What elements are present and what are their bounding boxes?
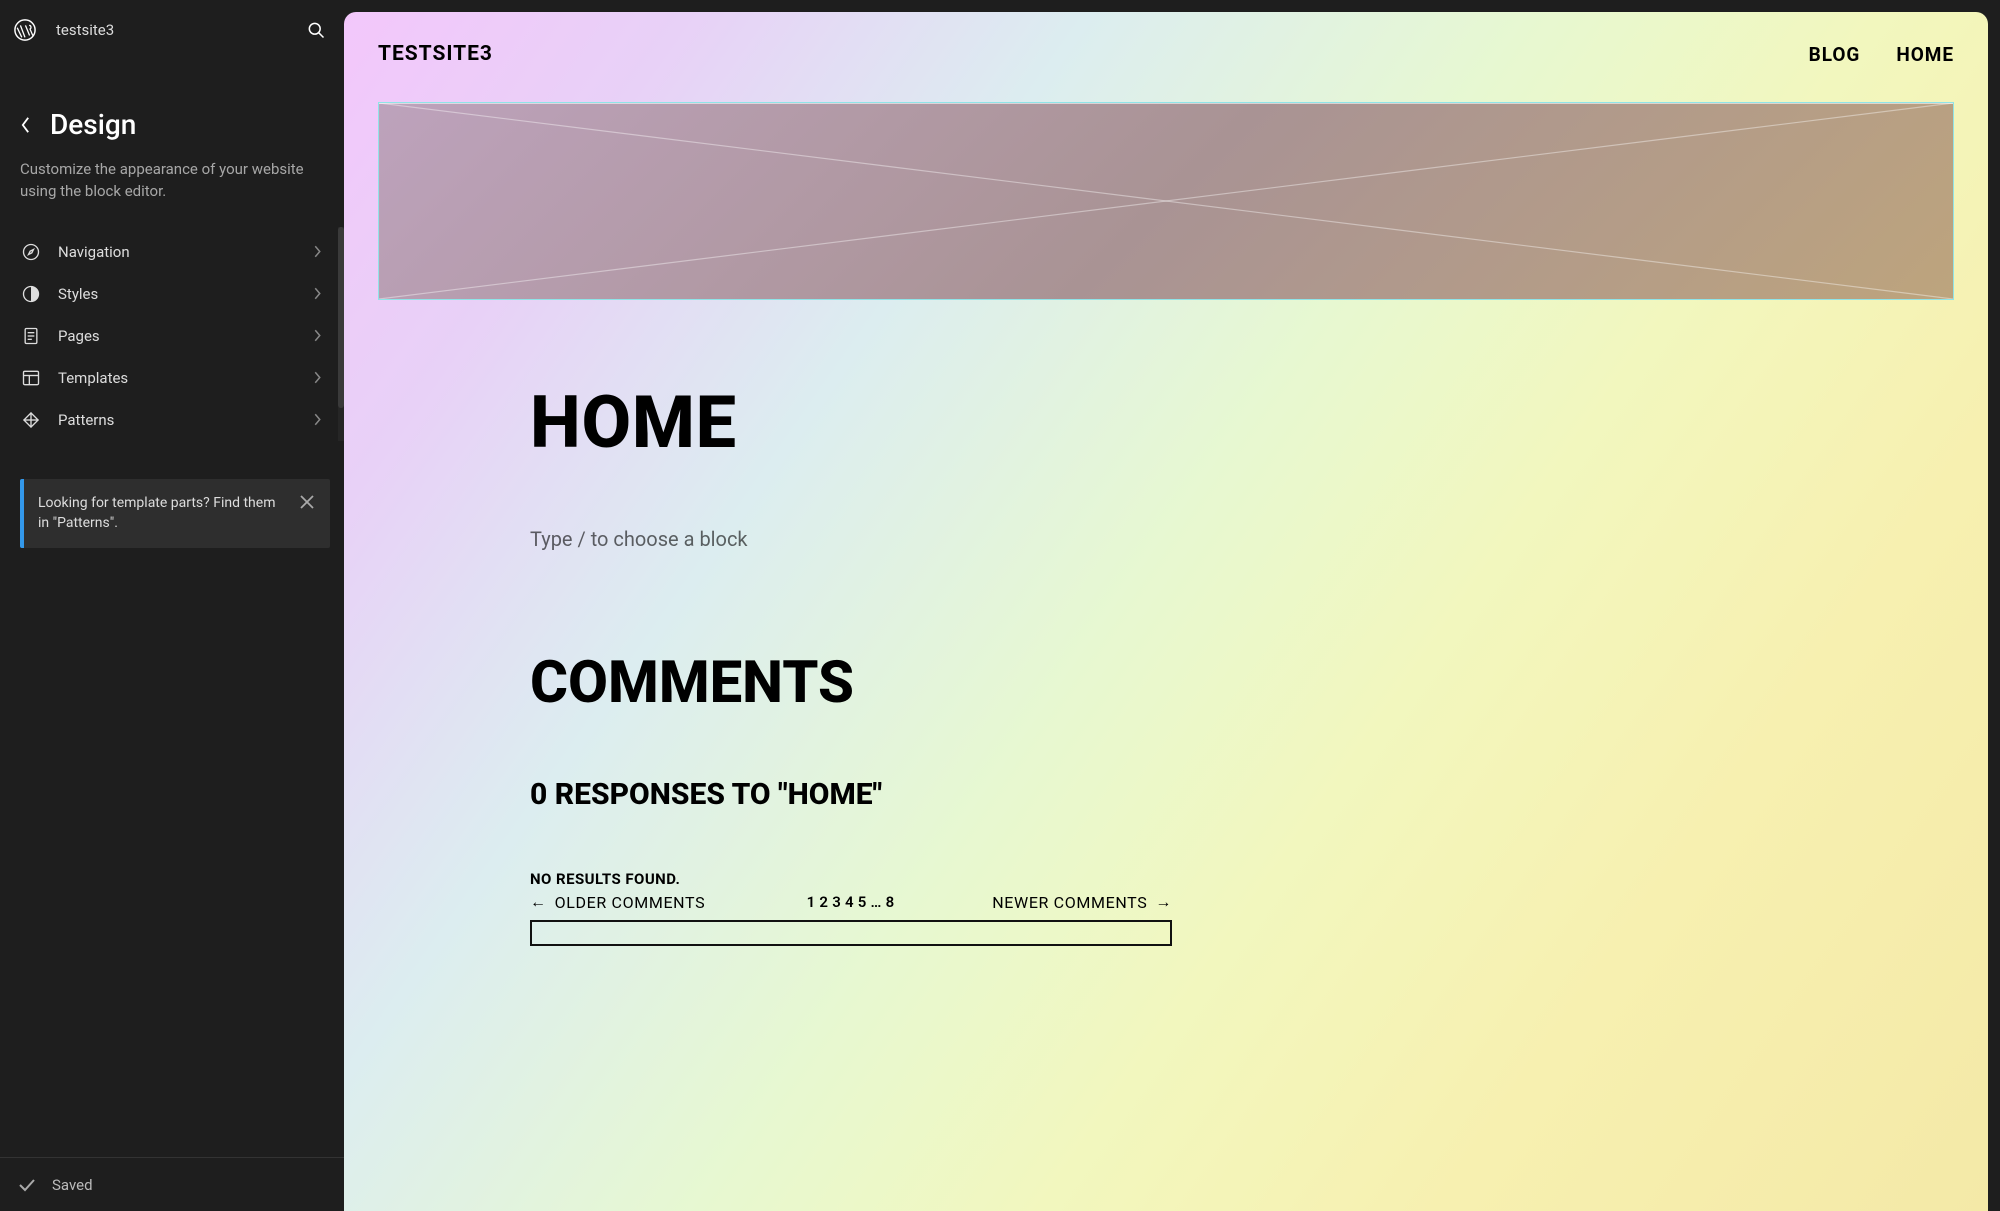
saved-check-icon	[18, 1176, 36, 1194]
panel-description: Customize the appearance of your website…	[0, 151, 344, 227]
preview-header: TESTSITE3 BLOG HOME	[344, 12, 1988, 84]
site-name-label: testsite3	[56, 21, 114, 39]
editor-canvas[interactable]: TESTSITE3 BLOG HOME HOME Type / to choose…	[344, 12, 1988, 1211]
arrow-left-icon: ←	[530, 892, 547, 912]
wordpress-logo-icon	[14, 19, 36, 41]
sidebar-item-patterns[interactable]: Patterns	[10, 399, 334, 441]
sidebar-item-label: Pages	[58, 327, 310, 345]
sidebar-item-label: Patterns	[58, 411, 310, 429]
chevron-right-icon	[310, 369, 324, 387]
comments-section: COMMENTS 0 RESPONSES TO "HOME" NO RESULT…	[530, 649, 1802, 946]
search-icon	[306, 20, 326, 40]
no-results-text: NO RESULTS FOUND.	[530, 870, 680, 888]
diamond-icon	[20, 409, 42, 431]
pagination-page-4[interactable]: 4	[844, 893, 856, 911]
compass-icon	[20, 241, 42, 263]
hint-text: Looking for template parts? Find them in…	[38, 495, 275, 531]
design-menu: Navigation Styles Pages Templates Patterns	[0, 227, 344, 441]
pagination-page-8[interactable]: 8	[885, 893, 897, 911]
page-content: HOME Type / to choose a block COMMENTS 0…	[344, 300, 1988, 946]
pagination-page-2[interactable]: 2	[818, 893, 830, 911]
chevron-right-icon	[310, 411, 324, 429]
featured-image-block[interactable]	[378, 102, 1954, 300]
search-button[interactable]	[306, 20, 326, 40]
page-title-heading[interactable]: HOME	[530, 380, 1802, 465]
panel-header: Design	[0, 56, 344, 151]
chevron-right-icon	[310, 243, 324, 261]
sidebar-item-label: Styles	[58, 285, 310, 303]
nav-link-blog[interactable]: BLOG	[1809, 43, 1861, 66]
save-status-label: Saved	[52, 1176, 93, 1194]
sidebar-item-templates[interactable]: Templates	[10, 357, 334, 399]
pagination-page-1[interactable]: 1	[806, 893, 818, 911]
site-identity[interactable]: testsite3	[14, 19, 114, 41]
pagination-page-5[interactable]: 5	[857, 893, 869, 911]
hint-notice: Looking for template parts? Find them in…	[20, 479, 330, 549]
newer-comments-link[interactable]: NEWER COMMENTS →	[992, 892, 1172, 912]
pagination-ellipsis: …	[870, 893, 884, 911]
sidebar-item-label: Templates	[58, 369, 310, 387]
chevron-right-icon	[310, 327, 324, 345]
older-comments-label: OLDER COMMENTS	[555, 893, 706, 912]
layout-icon	[20, 367, 42, 389]
nav-link-home[interactable]: HOME	[1896, 43, 1954, 66]
close-icon	[299, 494, 315, 510]
empty-block-placeholder[interactable]: Type / to choose a block	[530, 527, 1802, 551]
back-button[interactable]	[18, 115, 32, 135]
editor-canvas-wrap: TESTSITE3 BLOG HOME HOME Type / to choose…	[344, 0, 2000, 1211]
comment-form-field[interactable]	[530, 920, 1172, 946]
sidebar-footer: Saved	[0, 1157, 344, 1211]
placeholder-cross-icon	[379, 103, 1953, 299]
chevron-left-icon	[20, 116, 31, 134]
preview-primary-nav: BLOG HOME	[1809, 43, 1954, 66]
sidebar-top-bar: testsite3	[0, 0, 344, 56]
arrow-right-icon: →	[1155, 892, 1172, 912]
page-icon	[20, 325, 42, 347]
preview-site-title[interactable]: TESTSITE3	[378, 42, 493, 66]
newer-comments-label: NEWER COMMENTS	[992, 893, 1147, 912]
sidebar-item-styles[interactable]: Styles	[10, 273, 334, 315]
hint-dismiss-button[interactable]	[298, 493, 316, 511]
contrast-icon	[20, 283, 42, 305]
responses-heading[interactable]: 0 RESPONSES TO "HOME"	[530, 777, 1802, 812]
sidebar-item-navigation[interactable]: Navigation	[10, 231, 334, 273]
comments-pagination: ← OLDER COMMENTS 12345…8 NEWER COMMENTS …	[530, 892, 1172, 912]
older-comments-link[interactable]: ← OLDER COMMENTS	[530, 892, 705, 912]
site-editor-sidebar: testsite3 Design Customize the appearanc…	[0, 0, 344, 1211]
sidebar-item-label: Navigation	[58, 243, 310, 261]
pagination-page-3[interactable]: 3	[831, 893, 843, 911]
sidebar-item-pages[interactable]: Pages	[10, 315, 334, 357]
panel-title: Design	[50, 108, 136, 141]
comments-heading[interactable]: COMMENTS	[530, 649, 1802, 717]
chevron-right-icon	[310, 285, 324, 303]
